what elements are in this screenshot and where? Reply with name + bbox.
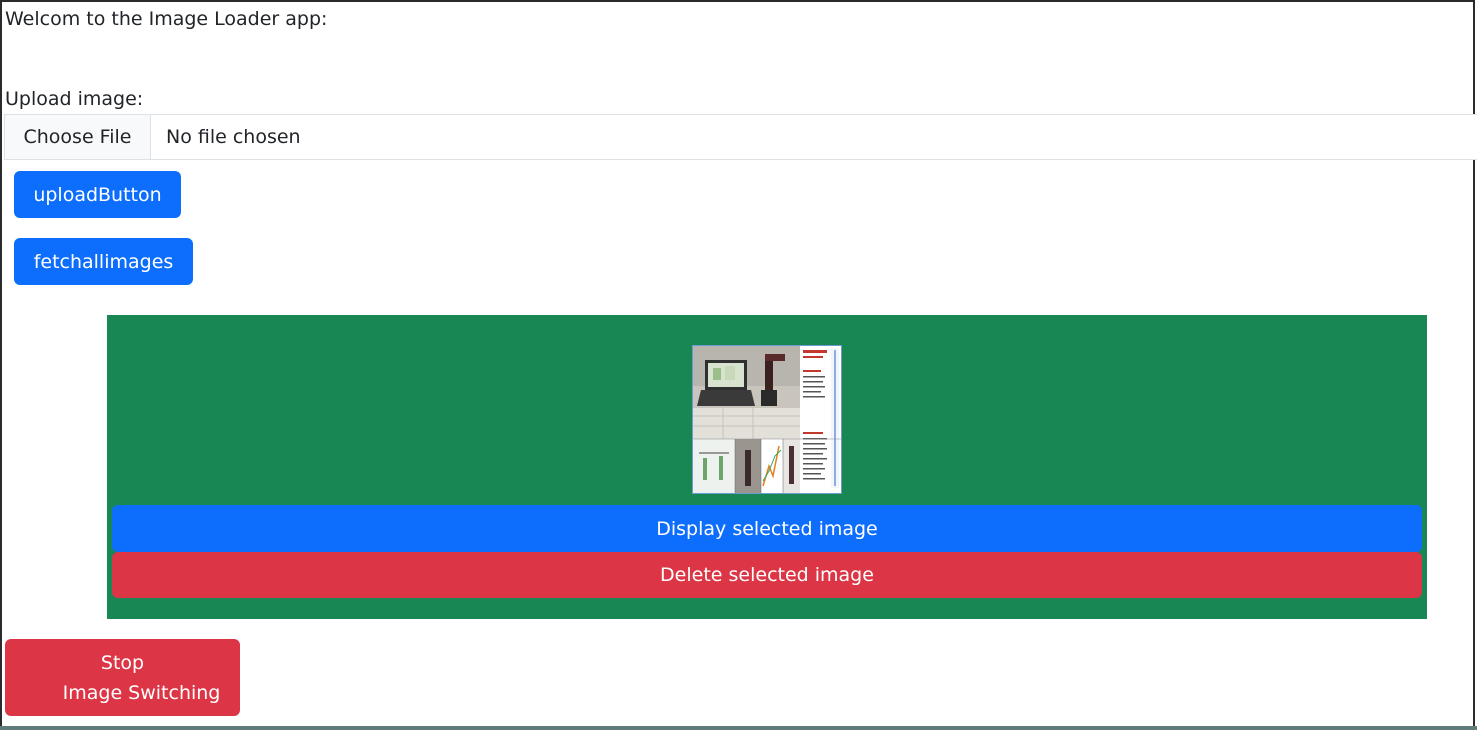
image-gallery-panel: Display selected image Delete selected i… xyxy=(107,315,1427,619)
fetch-all-images-button[interactable]: fetchallimages xyxy=(14,238,193,285)
display-selected-image-button[interactable]: Display selected image xyxy=(112,505,1422,552)
app-window: Welcom to the Image Loader app: Upload i… xyxy=(0,0,1477,726)
desktop-background-strip xyxy=(0,726,1477,730)
welcome-text: Welcom to the Image Loader app: xyxy=(5,8,328,30)
file-input[interactable]: Choose File No file chosen xyxy=(4,114,1477,160)
thumbnail-image xyxy=(693,346,841,493)
upload-label: Upload image: xyxy=(5,88,144,110)
file-status-text: No file chosen xyxy=(166,126,301,148)
stop-image-switching-button[interactable]: Stop Image Switching xyxy=(5,639,240,716)
upload-button[interactable]: uploadButton xyxy=(14,171,181,218)
stop-button-line2: Image Switching xyxy=(62,681,221,704)
image-thumbnail[interactable] xyxy=(692,345,842,494)
stop-button-line1: Stop xyxy=(100,651,145,674)
choose-file-button[interactable]: Choose File xyxy=(5,115,151,159)
delete-selected-image-button[interactable]: Delete selected image xyxy=(112,552,1422,598)
